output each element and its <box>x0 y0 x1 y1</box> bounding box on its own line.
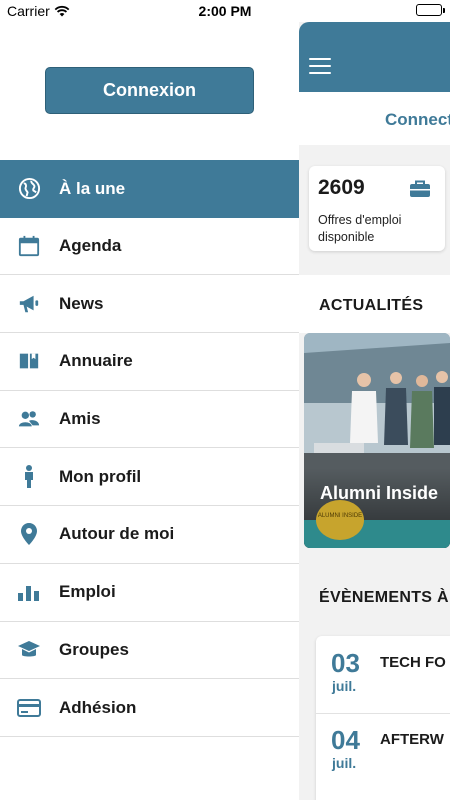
menu-label: Adhésion <box>59 697 137 717</box>
menu-label: Agenda <box>59 236 122 256</box>
bar-chart-icon <box>17 580 41 604</box>
megaphone-icon <box>17 292 41 316</box>
side-drawer: Connexion À la une Agenda News Annuaire <box>0 22 299 800</box>
status-bar: Carrier 2:00 PM <box>0 0 450 22</box>
event-month: juil. <box>332 755 357 771</box>
menu-item-a-la-une[interactable]: À la une <box>0 160 299 218</box>
events-section-header: ÉVÈNEMENTS À <box>299 572 450 622</box>
jobs-card[interactable]: 2609 Offres d'emploi disponible <box>309 166 445 251</box>
menu-label: News <box>59 293 104 313</box>
login-button[interactable]: Connexion <box>45 67 254 114</box>
users-icon <box>17 407 41 431</box>
menu-item-amis[interactable]: Amis <box>0 391 299 449</box>
event-item[interactable]: 03 juil. TECH FO <box>316 636 450 712</box>
menu-label: Autour de moi <box>59 524 175 544</box>
event-day: 03 <box>331 648 360 678</box>
menu-label: Amis <box>59 409 101 429</box>
event-title: TECH FO <box>380 654 446 671</box>
menu-item-autour-de-moi[interactable]: Autour de moi <box>0 506 299 564</box>
menu-label: Groupes <box>59 639 129 659</box>
news-section-title: ACTUALITÉS <box>319 297 424 314</box>
jobs-count: 2609 <box>318 176 365 199</box>
event-month: juil. <box>332 678 357 694</box>
menu-item-news[interactable]: News <box>0 275 299 334</box>
menu-item-agenda[interactable]: Agenda <box>0 218 299 276</box>
main-content: Connect 2609 Offres d'emploi disponible … <box>299 22 450 800</box>
event-item[interactable]: 04 juil. AFTERW <box>316 713 450 789</box>
menu-item-annuaire[interactable]: Annuaire <box>0 333 299 391</box>
menu-item-adhesion[interactable]: Adhésion <box>0 679 299 737</box>
alumni-inside-badge: ALUMNI INSIDE <box>316 500 364 540</box>
briefcase-icon <box>409 180 431 203</box>
connect-strip: Connect <box>299 92 450 145</box>
menu-item-emploi[interactable]: Emploi <box>0 564 299 622</box>
event-title: AFTERW <box>380 731 444 748</box>
drawer-menu: À la une Agenda News Annuaire Amis Mon p… <box>0 160 299 737</box>
app-header <box>299 22 450 92</box>
book-icon <box>17 349 41 373</box>
menu-label: Emploi <box>59 582 116 602</box>
globe-icon <box>17 177 41 201</box>
news-section-header: ACTUALITÉS <box>299 275 450 333</box>
events-card: 03 juil. TECH FO 04 juil. AFTERW <box>316 636 450 800</box>
news-card-caption: Alumni Inside <box>320 483 439 503</box>
menu-label: Annuaire <box>59 351 133 371</box>
credit-card-icon <box>17 696 41 720</box>
person-icon <box>17 464 41 489</box>
hamburger-menu-icon[interactable] <box>309 58 331 74</box>
menu-item-groupes[interactable]: Groupes <box>0 622 299 680</box>
connect-link[interactable]: Connect <box>385 110 450 130</box>
event-day: 04 <box>331 725 360 755</box>
battery-icon <box>416 4 445 16</box>
calendar-icon <box>17 234 41 258</box>
map-pin-icon <box>17 522 41 546</box>
clock: 2:00 PM <box>198 3 252 19</box>
news-card[interactable]: ALUMNI INSIDE Alumni Inside <box>304 333 450 548</box>
menu-item-mon-profil[interactable]: Mon profil <box>0 448 299 507</box>
events-section-title: ÉVÈNEMENTS À <box>319 589 449 606</box>
menu-label: Mon profil <box>59 466 142 486</box>
graduation-cap-icon <box>17 638 41 662</box>
jobs-description: Offres d'emploi disponible <box>318 213 402 244</box>
menu-label: À la une <box>59 178 126 198</box>
